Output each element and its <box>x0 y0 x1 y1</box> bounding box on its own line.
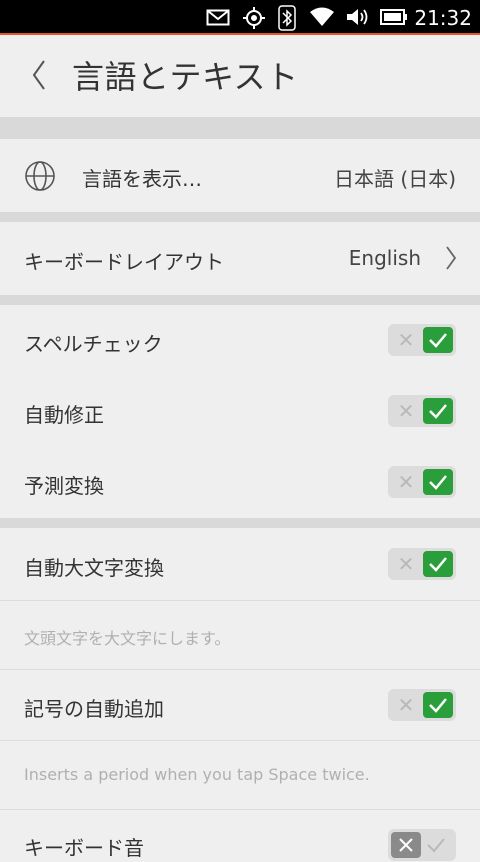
language-label: 言語を表示… <box>82 167 202 191</box>
wifi-icon <box>310 7 334 26</box>
toggle-check-icon <box>423 398 453 424</box>
keyboard-layout-row[interactable]: キーボードレイアウト English <box>0 222 480 296</box>
clock: 21:32 <box>414 6 472 30</box>
toggle-check-icon <box>423 692 453 718</box>
keyboard-layout-label: キーボードレイアウト <box>24 250 224 274</box>
spell-check-row: スペルチェック ✕ <box>0 305 480 377</box>
language-value: 日本語 (日本) <box>334 167 456 191</box>
page-title: 言語とテキスト <box>72 58 299 96</box>
predictive-text-toggle[interactable]: ✕ <box>388 466 456 498</box>
section-divider <box>0 518 480 528</box>
toggle-x-icon: ✕ <box>397 470 415 494</box>
auto-punctuation-description-row: Inserts a period when you tap Space twic… <box>0 741 480 810</box>
globe-icon <box>25 161 55 191</box>
spell-check-label: スペルチェック <box>24 332 163 356</box>
toggle-x-icon <box>391 832 421 858</box>
auto-correct-label: 自動修正 <box>24 403 104 427</box>
section-divider <box>0 117 480 139</box>
bluetooth-icon <box>278 5 296 31</box>
toggle-x-icon: ✕ <box>397 328 415 352</box>
toggle-check-icon <box>424 832 448 858</box>
toggle-x-icon: ✕ <box>397 693 415 717</box>
mail-icon <box>206 9 230 26</box>
back-chevron-icon[interactable] <box>26 57 56 93</box>
predictive-text-label: 予測変換 <box>24 474 104 498</box>
auto-capitalize-row: 自動大文字変換 ✕ <box>0 528 480 601</box>
toggle-check-icon <box>423 327 453 353</box>
keyboard-sound-row: キーボード音 <box>0 810 480 861</box>
section-divider <box>0 295 480 305</box>
page-header: 言語とテキスト <box>0 35 480 117</box>
auto-punctuation-row: 記号の自動追加 ✕ <box>0 670 480 741</box>
predictive-text-row: 予測変換 ✕ <box>0 447 480 519</box>
auto-punctuation-description: Inserts a period when you tap Space twic… <box>24 765 370 784</box>
keyboard-sound-label: キーボード音 <box>24 836 144 860</box>
keyboard-layout-value: English <box>348 246 421 270</box>
auto-capitalize-toggle[interactable]: ✕ <box>388 548 456 580</box>
volume-icon <box>347 9 368 25</box>
auto-correct-toggle[interactable]: ✕ <box>388 395 456 427</box>
keyboard-sound-toggle[interactable] <box>388 829 456 861</box>
auto-capitalize-description: 文頭文字を大文字にします。 <box>24 629 231 648</box>
battery-icon <box>380 9 407 25</box>
toggle-check-icon <box>423 469 453 495</box>
spell-check-toggle[interactable]: ✕ <box>388 324 456 356</box>
toggle-x-icon: ✕ <box>397 399 415 423</box>
status-bar: 21:32 <box>0 0 480 35</box>
auto-capitalize-label: 自動大文字変換 <box>24 556 164 580</box>
auto-capitalize-description-row: 文頭文字を大文字にします。 <box>0 601 480 670</box>
auto-punctuation-toggle[interactable]: ✕ <box>388 689 456 721</box>
section-divider <box>0 212 480 222</box>
chevron-right-icon <box>446 246 457 270</box>
auto-correct-row: 自動修正 ✕ <box>0 376 480 448</box>
toggle-check-icon <box>423 551 453 577</box>
language-row[interactable]: 言語を表示… 日本語 (日本) <box>0 139 480 213</box>
location-icon <box>243 7 265 29</box>
auto-punctuation-label: 記号の自動追加 <box>24 697 164 721</box>
toggle-x-icon: ✕ <box>397 552 415 576</box>
